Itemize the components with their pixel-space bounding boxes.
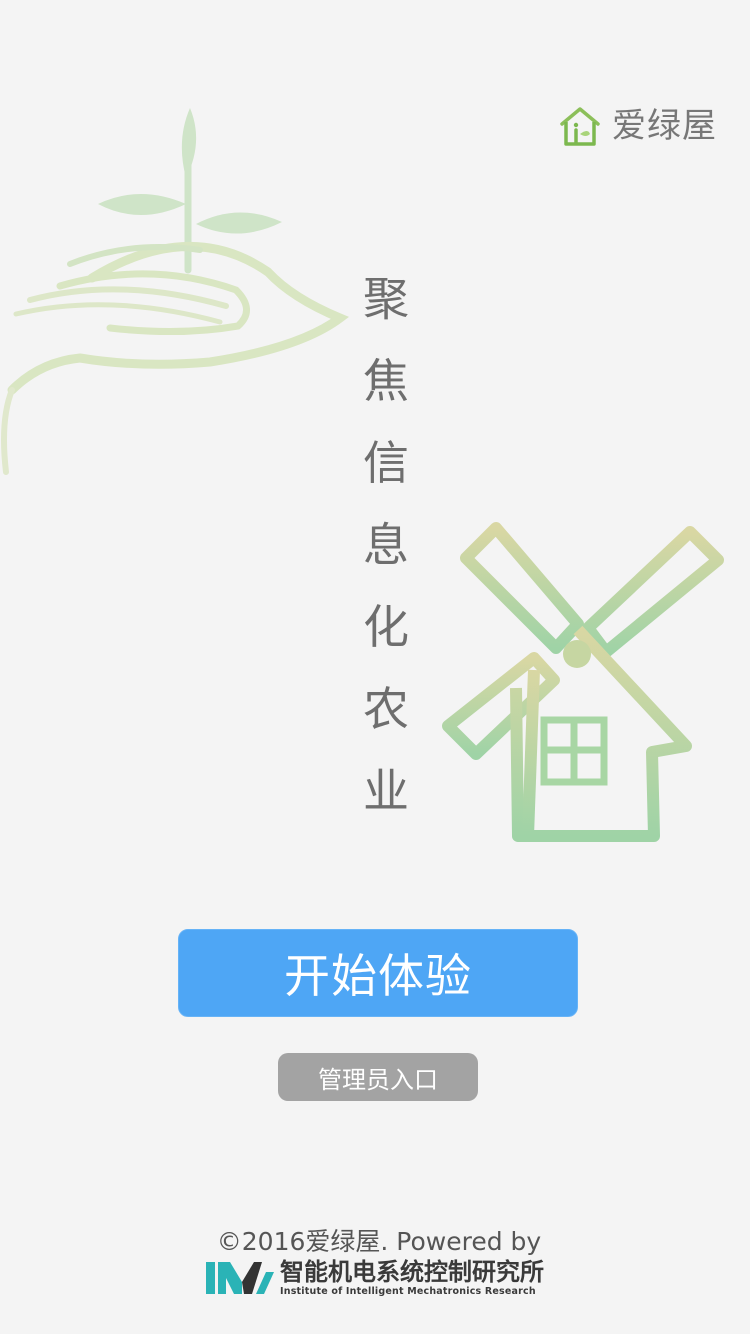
windmill-illustration: [442, 522, 724, 842]
slogan-char: 化: [363, 600, 409, 654]
institute-name-cn: 智能机电系统控制研究所: [280, 1257, 544, 1286]
admin-entry-button[interactable]: 管理员入口: [278, 1053, 478, 1101]
institute-names: 智能机电系统控制研究所 Institute of Intelligent Mec…: [280, 1260, 544, 1297]
start-experience-button[interactable]: 开始体验: [178, 929, 578, 1017]
slogan-char: 信: [363, 436, 409, 490]
slogan-char: 聚: [363, 272, 409, 326]
slogan-char: 农: [363, 682, 409, 736]
institute-name-en: Institute of Intelligent Mechatronics Re…: [280, 1285, 536, 1297]
vertical-slogan: 聚 焦 信 息 化 农 业: [356, 258, 416, 832]
brand-logo: 爱绿屋: [558, 104, 717, 148]
slogan-char: 业: [363, 764, 409, 818]
slogan-char: 焦: [363, 354, 409, 408]
copyright-text: ©2016爱绿屋. Powered by: [216, 1227, 542, 1256]
hand-sprout-illustration: [1, 108, 350, 475]
institute-mark-icon: [206, 1262, 274, 1294]
institute-logo: 智能机电系统控制研究所 Institute of Intelligent Mec…: [204, 1258, 544, 1298]
slogan-char: 息: [363, 518, 409, 572]
house-leaf-icon: [560, 107, 600, 146]
splash-screen: 爱绿屋 聚 焦 信 息 化 农 业 开始体验 管理员入口 ©2016爱绿屋. P…: [0, 0, 750, 1334]
brand-name: 爱绿屋: [612, 106, 717, 146]
